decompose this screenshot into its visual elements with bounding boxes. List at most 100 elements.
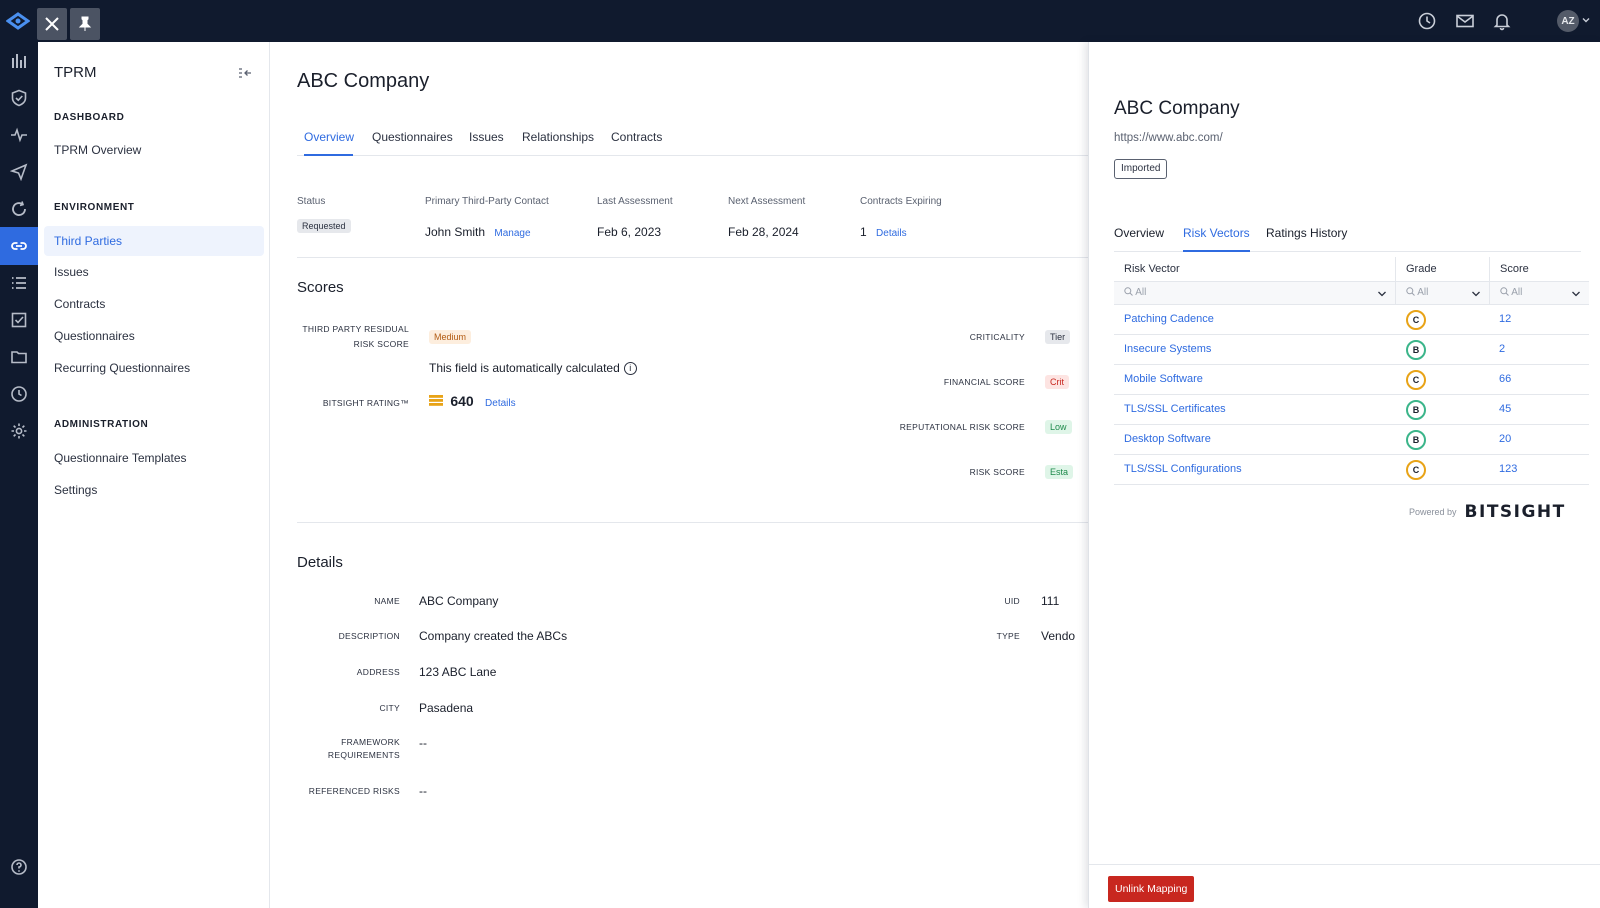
residual-risk-label: THIRD PARTY RESIDUAL RISK SCORE xyxy=(302,324,409,349)
risk-vector-score[interactable]: 45 xyxy=(1499,403,1511,415)
tab-contracts[interactable]: Contracts xyxy=(611,130,662,156)
table-row[interactable]: Insecure Systems B 2 xyxy=(1114,335,1589,365)
chevron-down-icon[interactable] xyxy=(1471,289,1481,299)
tab-panel-overview[interactable]: Overview xyxy=(1114,226,1164,252)
column-header-score[interactable]: Score xyxy=(1490,257,1589,281)
contracts-details-link[interactable]: Details xyxy=(876,228,907,239)
risk-score-badge: Esta xyxy=(1045,465,1074,479)
avatar[interactable]: AZ xyxy=(1557,10,1579,32)
tab-relationships[interactable]: Relationships xyxy=(522,130,594,156)
next-assessment-label: Next Assessment xyxy=(728,196,806,207)
tab-overview[interactable]: Overview xyxy=(304,130,354,156)
tab-risk-vectors[interactable]: Risk Vectors xyxy=(1183,226,1250,252)
logo-icon[interactable] xyxy=(6,9,30,33)
description-value: Company created the ABCs xyxy=(419,629,568,643)
table-row[interactable]: Mobile Software C 66 xyxy=(1114,365,1589,395)
sidebar-item-settings[interactable]: Settings xyxy=(44,475,264,505)
risk-vector-name[interactable]: TLS/SSL Certificates xyxy=(1124,403,1226,415)
info-icon[interactable]: i xyxy=(623,362,637,376)
collapse-sidebar-icon[interactable] xyxy=(238,67,252,79)
sidebar-item-questionnaire-templates[interactable]: Questionnaire Templates xyxy=(44,443,264,473)
chevron-down-icon[interactable] xyxy=(1377,289,1387,299)
sidebar-item-third-parties[interactable]: Third Parties xyxy=(44,226,264,256)
bell-icon[interactable] xyxy=(1492,11,1512,31)
secondary-nav: TPRM DASHBOARD TPRM Overview ENVIRONMENT… xyxy=(38,42,270,908)
bitsight-rating-value: 640 xyxy=(450,393,474,409)
history-icon[interactable] xyxy=(1417,11,1437,31)
address-label: ADDRESS xyxy=(356,667,400,677)
status-badge: Requested xyxy=(297,219,351,233)
rail-settings[interactable] xyxy=(0,412,38,450)
bitsight-logo: BITSIGHT xyxy=(1464,502,1566,522)
risk-vector-name[interactable]: TLS/SSL Configurations xyxy=(1124,463,1242,475)
bitsight-rating-label: BITSIGHT RATING™ xyxy=(322,398,409,408)
tab-ratings-history[interactable]: Ratings History xyxy=(1266,226,1347,252)
top-bar: AZ xyxy=(0,0,1600,42)
auto-calculated-note: This field is automatically calculated i xyxy=(429,361,637,376)
table-row[interactable]: TLS/SSL Certificates B 45 xyxy=(1114,395,1589,425)
rail-checklist[interactable] xyxy=(0,301,38,339)
rail-send[interactable] xyxy=(0,153,38,191)
risk-vector-name[interactable]: Insecure Systems xyxy=(1124,343,1211,355)
type-value: Vendo xyxy=(1041,629,1076,643)
column-header-risk-vector[interactable]: Risk Vector xyxy=(1114,257,1395,281)
tab-issues[interactable]: Issues xyxy=(469,130,504,156)
grade-badge: C xyxy=(1406,370,1426,390)
folder-icon xyxy=(11,351,27,364)
rail-activity[interactable] xyxy=(0,116,38,154)
rail-refresh[interactable] xyxy=(0,190,38,228)
chevron-down-icon[interactable] xyxy=(1571,289,1581,299)
company-url[interactable]: https://www.abc.com/ xyxy=(1114,132,1223,144)
company-detail-panel: ABC Company https://www.abc.com/ Importe… xyxy=(1088,42,1600,908)
tab-questionnaires[interactable]: Questionnaires xyxy=(372,130,453,156)
score-filter[interactable]: All xyxy=(1490,281,1589,305)
rail-dashboard[interactable] xyxy=(0,42,38,80)
column-header-grade[interactable]: Grade xyxy=(1396,257,1489,281)
contact-label: Primary Third-Party Contact xyxy=(425,196,549,207)
grade-badge: C xyxy=(1406,460,1426,480)
sidebar-item-questionnaires[interactable]: Questionnaires xyxy=(44,321,264,351)
search-icon xyxy=(1406,287,1415,296)
grade-filter[interactable]: All xyxy=(1396,281,1489,305)
powered-by: Powered by BITSIGHT xyxy=(1409,502,1566,522)
sidebar-item-contracts[interactable]: Contracts xyxy=(44,289,264,319)
manage-contact-link[interactable]: Manage xyxy=(494,228,530,239)
rail-third-parties[interactable] xyxy=(0,227,38,265)
rail-shield[interactable] xyxy=(0,79,38,117)
rail-clock[interactable] xyxy=(0,375,38,413)
close-button[interactable] xyxy=(37,8,67,40)
rail-help[interactable] xyxy=(0,848,38,886)
sidebar-item-issues[interactable]: Issues xyxy=(44,257,264,287)
risk-vector-name[interactable]: Mobile Software xyxy=(1124,373,1203,385)
last-assessment-value: Feb 6, 2023 xyxy=(597,225,662,239)
type-label: TYPE xyxy=(996,631,1020,641)
risk-vector-score[interactable]: 123 xyxy=(1499,463,1517,475)
table-row[interactable]: TLS/SSL Configurations C 123 xyxy=(1114,455,1589,485)
search-icon xyxy=(1124,287,1133,296)
risk-vector-name[interactable]: Patching Cadence xyxy=(1124,313,1214,325)
main-tabs: Overview Questionnaires Issues Relations… xyxy=(297,130,1090,156)
rail-folder[interactable] xyxy=(0,338,38,376)
table-row[interactable]: Desktop Software B 20 xyxy=(1114,425,1589,455)
chevron-down-icon[interactable] xyxy=(1582,16,1590,24)
page-title: ABC Company xyxy=(297,70,430,92)
name-value: ABC Company xyxy=(419,594,499,608)
bitsight-details-link[interactable]: Details xyxy=(485,398,516,409)
panel-footer-divider xyxy=(1089,864,1600,865)
shield-icon xyxy=(11,89,27,107)
rail-list[interactable] xyxy=(0,264,38,302)
clock-icon xyxy=(11,386,27,402)
pin-button[interactable] xyxy=(70,8,100,40)
risk-vector-name[interactable]: Desktop Software xyxy=(1124,433,1211,445)
mail-icon[interactable] xyxy=(1455,11,1475,31)
unlink-mapping-button[interactable]: Unlink Mapping xyxy=(1108,876,1195,902)
table-row[interactable]: Patching Cadence C 12 xyxy=(1114,305,1589,335)
risk-vector-score[interactable]: 2 xyxy=(1499,343,1505,355)
risk-vector-score[interactable]: 66 xyxy=(1499,373,1511,385)
city-label: CITY xyxy=(379,703,400,713)
risk-vector-filter[interactable]: All xyxy=(1114,281,1395,305)
risk-vector-score[interactable]: 20 xyxy=(1499,433,1511,445)
sidebar-item-tprm-overview[interactable]: TPRM Overview xyxy=(44,135,264,165)
sidebar-item-recurring-questionnaires[interactable]: Recurring Questionnaires xyxy=(44,353,264,383)
risk-vector-score[interactable]: 12 xyxy=(1499,313,1511,325)
